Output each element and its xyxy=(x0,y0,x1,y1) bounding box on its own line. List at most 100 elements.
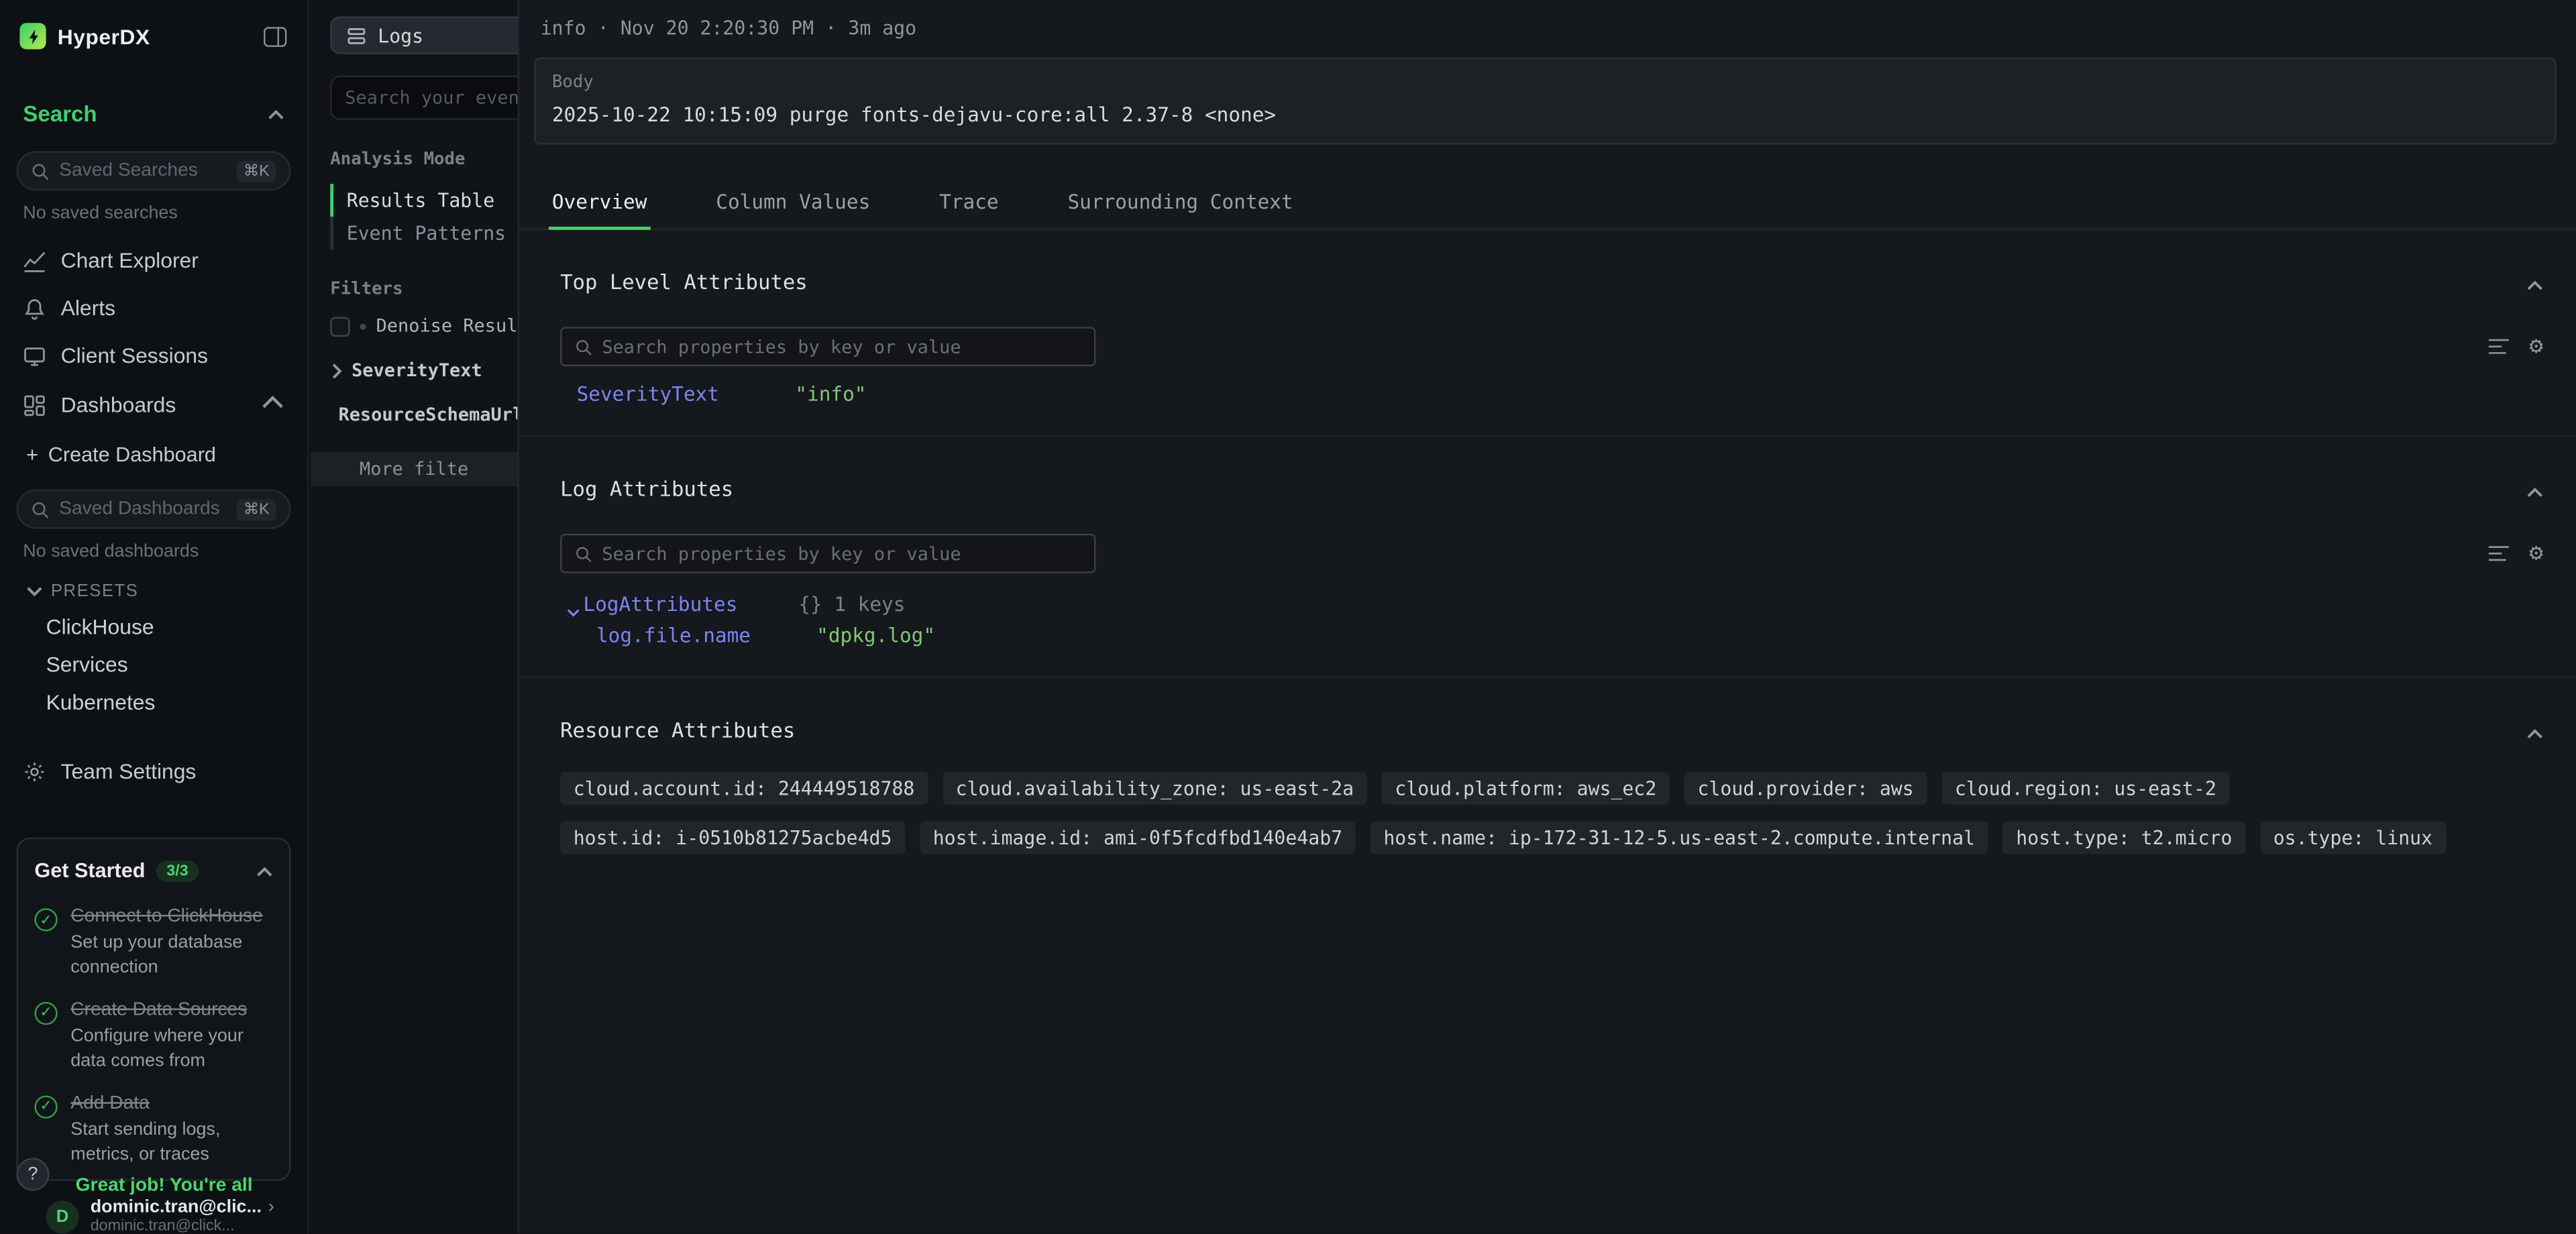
collapse-section-icon[interactable] xyxy=(2527,473,2543,504)
resource-chip[interactable]: cloud.region: us-east-2 xyxy=(1941,772,2229,805)
collapse-section-icon[interactable] xyxy=(2527,266,2543,298)
resource-chip[interactable]: cloud.account.id: 244449518788 xyxy=(560,772,928,805)
get-started-item[interactable]: ✓ Add Data Start sending logs, metrics, … xyxy=(34,1092,272,1166)
denoise-checkbox[interactable] xyxy=(330,316,350,335)
source-selector-button[interactable]: Logs xyxy=(330,16,517,54)
no-saved-searches-text: No saved searches xyxy=(0,190,307,223)
attribute-key[interactable]: SeverityText xyxy=(577,383,796,406)
sidebar-item-clickhouse[interactable]: ClickHouse xyxy=(0,608,307,645)
user-email: dominic.tran@click... xyxy=(91,1217,274,1233)
event-search-input[interactable] xyxy=(345,87,517,109)
saved-searches-input[interactable] xyxy=(59,161,227,180)
dashboard-grid-icon xyxy=(23,394,46,416)
create-dashboard-button[interactable]: + Create Dashboard xyxy=(0,431,307,470)
sidebar: HyperDX Search ⌘K No saved searches Char… xyxy=(0,0,309,1233)
property-search-input[interactable] xyxy=(602,336,1081,357)
attribute-key[interactable]: log.file.name xyxy=(596,624,816,647)
filter-group-label: ResourceSchemaUrl xyxy=(338,404,517,425)
resource-chip[interactable]: host.name: ip-172-31-12-5.us-east-2.comp… xyxy=(1371,821,1988,854)
attribute-value[interactable]: "info" xyxy=(795,383,866,406)
hyperdx-logo-icon xyxy=(19,23,46,49)
resource-chip[interactable]: os.type: linux xyxy=(2260,821,2446,854)
get-started-card: Get Started 3/3 ✓ Connect to ClickHouse … xyxy=(16,838,290,1181)
event-header: info · Nov 20 2:20:30 PM · 3m ago xyxy=(519,0,2576,40)
no-saved-dashboards-text: No saved dashboards xyxy=(0,529,307,562)
chevron-up-icon xyxy=(268,99,284,128)
denoise-results-toggle[interactable]: Denoise Resul xyxy=(330,315,517,337)
user-menu[interactable]: D dominic.tran@clic... › dominic.tran@cl… xyxy=(0,1191,307,1234)
chevron-right-icon: › xyxy=(268,1197,274,1217)
attribute-value[interactable]: "dpkg.log" xyxy=(816,624,935,647)
create-dashboard-label: Create Dashboard xyxy=(48,443,216,466)
settings-gear-icon[interactable]: ⚙ xyxy=(2529,335,2543,358)
section-log-attributes: Log Attributes ⚙ LogAttributes {} 1 keys xyxy=(519,435,2576,677)
filter-group-resourceschemaurl[interactable]: ResourceSchemaUrl xyxy=(330,404,517,425)
sidebar-item-chart-explorer[interactable]: Chart Explorer xyxy=(0,237,307,284)
filter-group-severitytext[interactable]: SeverityText xyxy=(330,359,517,381)
more-filters-button[interactable]: More filte xyxy=(311,451,518,486)
help-button[interactable]: ? xyxy=(16,1158,49,1191)
detail-tabs: Overview Column Values Trace Surrounding… xyxy=(519,180,2576,229)
chevron-up-icon[interactable] xyxy=(256,856,272,885)
event-search-box[interactable] xyxy=(330,76,517,120)
check-circle-icon: ✓ xyxy=(34,908,57,931)
property-search-box[interactable] xyxy=(560,534,1095,573)
attribute-tree-root[interactable]: LogAttributes {} 1 keys xyxy=(560,573,2543,616)
collapse-sidebar-icon[interactable] xyxy=(263,25,288,47)
bell-icon xyxy=(23,296,46,319)
plus-icon: + xyxy=(26,443,38,466)
saved-searches-search[interactable]: ⌘K xyxy=(16,151,290,190)
line-wrap-icon[interactable] xyxy=(2487,542,2510,565)
monitor-icon xyxy=(23,344,46,367)
tab-overview[interactable]: Overview xyxy=(549,180,650,228)
property-search-box[interactable] xyxy=(560,327,1095,366)
presets-toggle[interactable]: PRESETS xyxy=(0,562,307,608)
tab-surrounding-context[interactable]: Surrounding Context xyxy=(1065,180,1297,228)
app-root: HyperDX Search ⌘K No saved searches Char… xyxy=(0,0,2576,1233)
filter-group-label: SeverityText xyxy=(352,359,482,381)
sidebar-section-search[interactable]: Search xyxy=(0,99,307,128)
resource-chip[interactable]: host.id: i-0510b81275acbe4d5 xyxy=(560,821,905,854)
body-card: Body 2025-10-22 10:15:09 purge fonts-dej… xyxy=(534,58,2557,145)
tab-trace[interactable]: Trace xyxy=(936,180,1002,228)
resource-chip[interactable]: cloud.provider: aws xyxy=(1684,772,1927,805)
line-wrap-icon[interactable] xyxy=(2487,335,2510,358)
chevron-down-icon xyxy=(26,581,42,601)
nav-label: Alerts xyxy=(61,296,115,321)
sidebar-item-dashboards[interactable]: Dashboards xyxy=(0,380,307,431)
saved-dashboards-input[interactable] xyxy=(59,499,227,518)
mode-results-table[interactable]: Results Table xyxy=(330,184,517,217)
attribute-row: log.file.name "dpkg.log" xyxy=(560,616,2543,647)
saved-dashboards-search[interactable]: ⌘K xyxy=(16,490,290,529)
gear-icon xyxy=(23,760,46,783)
caret-down-icon xyxy=(567,600,580,610)
analysis-mode-label: Analysis Mode xyxy=(330,150,517,169)
mode-event-patterns[interactable]: Event Patterns xyxy=(330,217,517,249)
resource-chip[interactable]: host.type: t2.micro xyxy=(2003,821,2245,854)
settings-gear-icon[interactable]: ⚙ xyxy=(2529,542,2543,565)
resource-chip[interactable]: host.image.id: ami-0f5fcdfbd140e4ab7 xyxy=(920,821,1356,854)
get-started-item[interactable]: ✓ Connect to ClickHouse Set up your data… xyxy=(34,905,272,978)
sidebar-item-client-sessions[interactable]: Client Sessions xyxy=(0,332,307,380)
sidebar-item-services[interactable]: Services xyxy=(0,645,307,683)
body-label: Body xyxy=(552,72,2538,92)
get-started-title: Get Started xyxy=(34,859,145,882)
kbd-shortcut: ⌘K xyxy=(237,498,276,520)
tab-column-values[interactable]: Column Values xyxy=(712,180,873,228)
sidebar-item-team-settings[interactable]: Team Settings xyxy=(0,747,307,795)
collapse-section-icon[interactable] xyxy=(2527,714,2543,746)
sidebar-item-alerts[interactable]: Alerts xyxy=(0,284,307,332)
property-search-input[interactable] xyxy=(602,543,1081,564)
get-started-progress-badge: 3/3 xyxy=(157,860,199,881)
gs-item-title: Connect to ClickHouse xyxy=(70,905,272,928)
logs-source-icon xyxy=(347,25,366,45)
resource-chip[interactable]: cloud.availability_zone: us-east-2a xyxy=(943,772,1367,805)
gs-item-desc: Configure where your data comes from xyxy=(70,1025,272,1072)
get-started-item[interactable]: ✓ Create Data Sources Configure where yo… xyxy=(34,999,272,1072)
source-label: Logs xyxy=(378,24,423,47)
avatar: D xyxy=(46,1200,79,1233)
logo-row: HyperDX xyxy=(0,0,307,49)
attribute-key[interactable]: LogAttributes xyxy=(583,593,798,616)
sidebar-item-kubernetes[interactable]: Kubernetes xyxy=(0,683,307,721)
resource-chip[interactable]: cloud.platform: aws_ec2 xyxy=(1382,772,1670,805)
